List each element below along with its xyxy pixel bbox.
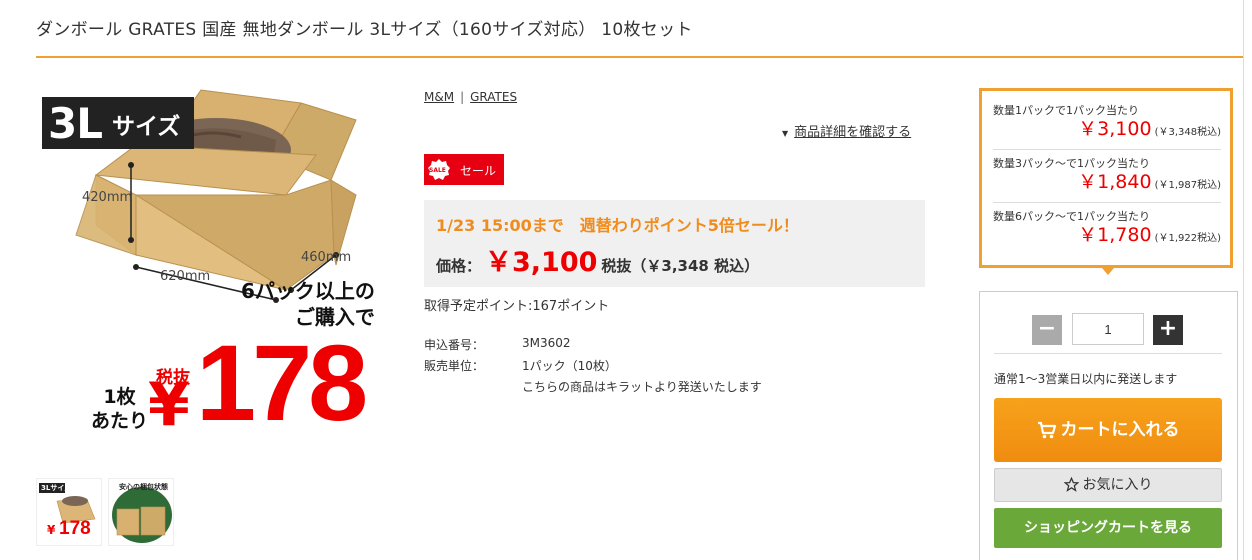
quantity-decrement-button[interactable]: − [1032, 315, 1062, 345]
price-box: 1/23 15:00まで 週替わりポイント5倍セール！ 価格： ￥3,100 税抜（… [424, 200, 925, 287]
star-outline-icon [1063, 477, 1079, 492]
product-detail-link-label: 商品詳細を確認する [794, 125, 912, 140]
favorite-button[interactable]: お気に入り [994, 468, 1222, 502]
cart-divider [994, 353, 1222, 354]
promo-price: 178 [196, 322, 368, 443]
cart-panel: − + 通常1～3営業日以内に発送します カートに入れる お気に入り ショッピン… [979, 291, 1238, 560]
brand-separator: | [460, 90, 465, 104]
dimension-width: 620mm [160, 269, 211, 284]
quantity-divider [993, 149, 1221, 150]
quantity-price-row: 数量3パック～で1パック当たり ￥1,840 (￥1,987税込) [993, 155, 1221, 193]
thumbnail-label: 3Lサイズ [41, 484, 72, 492]
sale-label: セール [460, 164, 497, 178]
add-to-cart-button[interactable]: カートに入れる [994, 398, 1222, 462]
quantity-divider [993, 202, 1221, 203]
quantity-price: ￥1,840 (￥1,987税込) [1078, 167, 1221, 194]
campaign-text: 1/23 15:00まで 週替わりポイント5倍セール！ [436, 216, 799, 235]
sale-icon-text: SALE [429, 167, 446, 174]
promo-per-line-1: 1枚 [103, 386, 136, 408]
thumbnail-packaging[interactable]: 安心の梱包状態 [108, 478, 174, 546]
quantity-price-tax: (￥1,987税込) [1154, 180, 1221, 191]
price-value: ￥3,100 [485, 247, 598, 278]
brand-link-grates[interactable]: GRATES [470, 90, 517, 104]
quantity-box-pointer [1102, 268, 1114, 275]
brand-links: M&M | GRATES [424, 90, 517, 104]
quantity-price-value: ￥3,100 [1078, 118, 1152, 140]
triangle-down-icon: ▼ [782, 129, 789, 138]
spec-value-order-number: 3M3602 [522, 336, 571, 350]
promo-yen-sign: ¥ [148, 370, 190, 440]
spec-value-shipping: こちらの商品はキラットより発送いたします [522, 380, 762, 394]
price-tax-note: 税抜（￥3,348 税込） [601, 257, 760, 275]
cart-icon [1037, 421, 1056, 439]
thumbnail-3l-size[interactable]: 3Lサイズ ¥ 178 [36, 478, 102, 546]
spec-value-sales-unit: 1パック（10枚） [522, 359, 617, 373]
spec-label-sales-unit: 販売単位： [424, 359, 485, 373]
quantity-price: ￥3,100 (￥3,348税込) [1078, 114, 1221, 141]
size-badge-letters: 3L [48, 99, 103, 148]
promo-line-1: 6パック以上の [241, 279, 375, 303]
quantity-price: ￥1,780 (￥1,922税込) [1078, 220, 1221, 247]
product-detail-link[interactable]: ▼ 商品詳細を確認する [782, 121, 911, 140]
sale-badge: SALE セール [424, 154, 504, 185]
promo-per-unit: 1枚 あたり [91, 385, 148, 433]
price-row: 価格： ￥3,100 税抜（￥3,348 税込） [436, 240, 759, 279]
quantity-increment-button[interactable]: + [1153, 315, 1183, 345]
dimension-height: 420mm [82, 190, 133, 205]
quantity-price-value: ￥1,780 [1078, 224, 1152, 246]
points-text: 取得予定ポイント:167ポイント [424, 299, 610, 314]
quantity-price-row: 数量6パック～で1パック当たり ￥1,780 (￥1,922税込) [993, 208, 1221, 246]
quantity-input[interactable] [1072, 313, 1144, 345]
favorite-label: お気に入り [1082, 477, 1153, 493]
page-right-border [1243, 0, 1244, 560]
size-badge-text: サイズ [112, 114, 181, 140]
view-cart-button[interactable]: ショッピングカートを見る [994, 508, 1222, 548]
quantity-price-value: ￥1,840 [1078, 171, 1152, 193]
add-to-cart-label: カートに入れる [1060, 420, 1180, 440]
spec-label-order-number: 申込番号： [424, 338, 485, 352]
thumbnail-price: 178 [59, 518, 91, 539]
brand-link-mm[interactable]: M&M [424, 90, 454, 104]
thumbnail-yen: ¥ [47, 523, 56, 537]
size-badge: 3L サイズ [42, 97, 194, 149]
thumbnail-packaging-label: 安心の梱包状態 [119, 483, 168, 491]
title-divider [36, 56, 1244, 58]
price-label: 価格： [436, 257, 482, 275]
quantity-price-tax: (￥1,922税込) [1154, 233, 1221, 244]
promo-per-line-2: あたり [91, 410, 149, 432]
dimension-depth: 460mm [301, 250, 352, 265]
shipping-note: 通常1～3営業日以内に発送します [994, 372, 1178, 386]
quantity-price-row: 数量1パックで1パック当たり ￥3,100 (￥3,348税込) [993, 102, 1221, 140]
quantity-price-tax: (￥3,348税込) [1154, 127, 1221, 138]
quantity-price-box: 数量1パックで1パック当たり ￥3,100 (￥3,348税込) 数量3パック～で… [979, 88, 1233, 268]
main-product-image[interactable]: 3L サイズ 420mm 620mm 460mm 6パック以上の ご購入で 税抜… [36, 85, 396, 443]
product-title: ダンボール GRATES 国産 無地ダンボール 3Lサイズ（160サイズ対応） … [36, 20, 693, 40]
